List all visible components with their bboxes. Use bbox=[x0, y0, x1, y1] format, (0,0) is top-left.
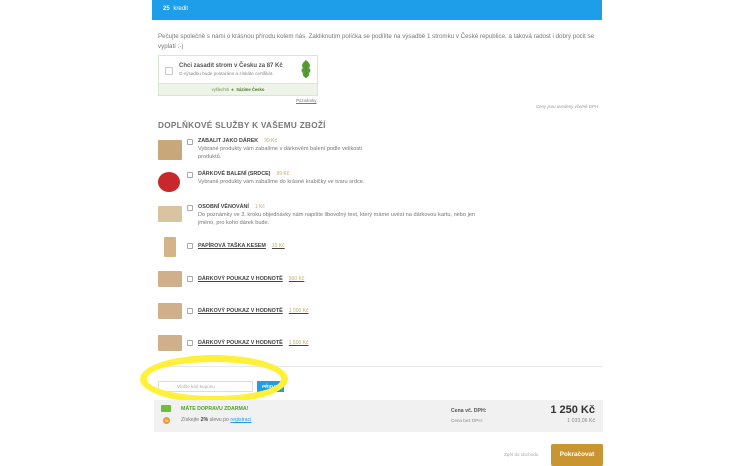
highlight-circle bbox=[140, 355, 288, 403]
order-summary: MÁTE DOPRAVU ZDARMA! % Získejte 2% slevu… bbox=[154, 400, 603, 432]
service-name: OSOBNÍ VĚNOVÁNÍ 1 Kč bbox=[198, 204, 265, 210]
tree-footer-brand: Sázíme Česko bbox=[236, 87, 265, 92]
gift-box-icon bbox=[158, 140, 182, 160]
tree-planting-box[interactable]: Chci zasadit strom v Česku za 87 Kč O vý… bbox=[158, 55, 318, 96]
card-icon bbox=[158, 206, 182, 222]
tree-small-icon: ♣ bbox=[231, 87, 234, 92]
free-shipping-text: MÁTE DOPRAVU ZDARMA! bbox=[181, 406, 249, 412]
service-price: 1 000 Kč bbox=[288, 308, 309, 314]
service-checkbox[interactable] bbox=[187, 139, 193, 145]
section-title: DOPLŇKOVÉ SLUŽBY K VAŠEMU ZBOŽÍ bbox=[158, 121, 326, 130]
credit-label: kredit bbox=[173, 6, 189, 12]
registration-link[interactable]: registraci bbox=[230, 417, 251, 423]
tree-checkbox[interactable] bbox=[165, 67, 173, 75]
voucher-icon bbox=[158, 303, 182, 319]
net-price: 1 033,06 Kč bbox=[567, 418, 595, 424]
truck-icon bbox=[161, 405, 171, 412]
voucher-icon bbox=[158, 271, 182, 287]
total-label: Cena vč. DPH: bbox=[451, 408, 487, 414]
tree-intro-text: Pečujte společně s námi o krásnou přírod… bbox=[158, 33, 595, 50]
service-checkbox[interactable] bbox=[187, 205, 193, 211]
discount-text: Získejte 2% slevu po registraci bbox=[181, 417, 252, 423]
service-checkbox[interactable] bbox=[187, 308, 193, 314]
coupon-input[interactable] bbox=[158, 381, 253, 392]
notes-link[interactable]: Poznámky bbox=[296, 98, 317, 103]
total-price: 1 250 Kč bbox=[550, 404, 595, 416]
service-desc: Do poznámky ve 3. kroku objednávky nám n… bbox=[198, 212, 476, 227]
vat-note: Ceny jsou uvedeny včetně DPH bbox=[536, 104, 598, 109]
service-checkbox[interactable] bbox=[187, 276, 193, 282]
apply-coupon-button[interactable]: PŘIDAT bbox=[257, 381, 284, 392]
tree-footer: vyšlechtit ♣ Sázíme Česko bbox=[159, 83, 317, 95]
credit-value: 25 bbox=[163, 6, 170, 12]
back-to-shop-link[interactable]: Zpět do obchodu bbox=[504, 452, 538, 457]
service-price: 500 Kč bbox=[288, 276, 305, 282]
tree-subtitle: O výsadbu bude postaráno a získáte certi… bbox=[179, 71, 274, 76]
service-price: 99 Kč bbox=[276, 171, 290, 177]
tree-title: Chci zasadit strom v Česku za 87 Kč bbox=[179, 63, 283, 69]
service-name: DÁRKOVÝ POUKAZ V HODNOTĚ 1 000 Kč bbox=[198, 308, 309, 314]
voucher-icon bbox=[158, 335, 182, 351]
service-price: 1 Kč bbox=[254, 204, 265, 210]
continue-button[interactable]: Pokračovat bbox=[551, 444, 603, 466]
paper-bag-icon bbox=[164, 237, 176, 257]
service-checkbox[interactable] bbox=[187, 340, 193, 346]
service-price: 99 Kč bbox=[264, 138, 277, 144]
service-name: DÁRKOVÉ BALENÍ (SRDCE) 99 Kč bbox=[198, 171, 290, 177]
tree-footer-prefix: vyšlechtit bbox=[211, 87, 229, 92]
service-desc: Vybrané produkty vám zabalíme v dárkovém… bbox=[198, 146, 362, 161]
service-price: 1 500 Kč bbox=[288, 340, 309, 346]
discount-value: 2% bbox=[200, 417, 209, 423]
credit-info: 25 kredit bbox=[163, 6, 188, 12]
credit-banner: 25 kredit bbox=[152, 0, 602, 20]
service-name: DÁRKOVÝ POUKAZ V HODNOTĚ 500 Kč bbox=[198, 276, 305, 282]
service-checkbox[interactable] bbox=[187, 243, 193, 249]
service-checkbox[interactable] bbox=[187, 172, 193, 178]
service-name: PAPÍROVÁ TAŠKA KESEM 15 Kč bbox=[198, 243, 285, 249]
service-desc: Vybrané produkty vám zabalíme do krásné … bbox=[198, 179, 365, 185]
net-label: Cena bez DPH: bbox=[451, 418, 483, 423]
heart-box-icon bbox=[158, 172, 180, 192]
oak-leaf-icon bbox=[301, 60, 311, 78]
discount-icon: % bbox=[163, 417, 170, 424]
service-name: ZABALIT JAKO DÁREK 99 Kč bbox=[198, 138, 277, 144]
divider bbox=[158, 366, 602, 367]
service-name: DÁRKOVÝ POUKAZ V HODNOTĚ 1 500 Kč bbox=[198, 340, 309, 346]
service-price: 15 Kč bbox=[271, 243, 285, 249]
